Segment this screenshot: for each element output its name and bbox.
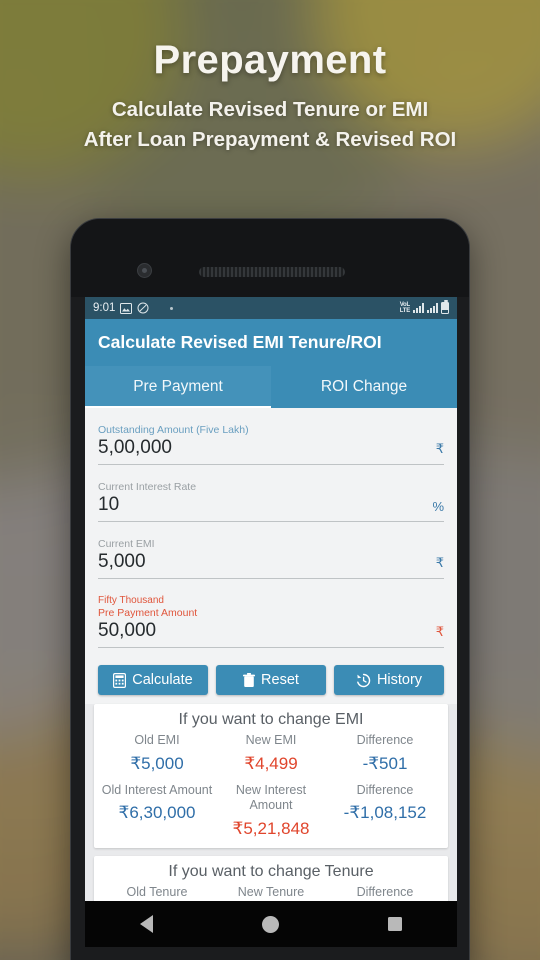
field-pre-payment-amount-helper: Fifty Thousand	[98, 595, 164, 606]
field-current-interest-rate-input[interactable]: 10	[98, 494, 432, 516]
tab-roi-change[interactable]: ROI Change	[271, 366, 457, 408]
emi-difference-header: Difference	[356, 733, 414, 747]
earpiece-speaker-icon	[199, 267, 345, 277]
new-emi-header: New EMI	[245, 733, 297, 747]
promo-subtitle-line-1: Calculate Revised Tenure or EMI	[111, 98, 429, 121]
history-button-label: History	[376, 672, 423, 688]
result-row-interest: Old Interest Amount ₹6,30,000 New Intere…	[100, 783, 442, 839]
sync-icon	[137, 302, 149, 314]
result-card-tenure: If you want to change Tenure Old Tenure …	[94, 855, 448, 901]
image-icon	[120, 302, 133, 314]
result-cell-tenure-difference: Difference	[328, 885, 442, 901]
percent-suffix-icon: %	[432, 499, 444, 514]
android-nav-bar	[85, 901, 457, 947]
field-outstanding-amount-label: Outstanding Amount (Five Lakh)	[98, 424, 249, 436]
history-clock-icon	[357, 673, 371, 687]
calculate-button-label: Calculate	[132, 672, 193, 688]
old-emi-value: ₹5,000	[130, 753, 184, 773]
front-camera-icon	[137, 263, 152, 278]
old-interest-value: ₹6,30,000	[118, 803, 196, 823]
rupee-suffix-icon-2: ₹	[435, 555, 444, 570]
result-cell-emi-difference: Difference -₹501	[328, 733, 442, 774]
tab-pre-payment[interactable]: Pre Payment	[85, 366, 271, 408]
promo-header: Prepayment Calculate Revised Tenure or E…	[0, 0, 540, 156]
tab-pre-payment-label: Pre Payment	[133, 378, 223, 395]
field-pre-payment-amount-input[interactable]: 50,000	[98, 620, 436, 642]
rupee-suffix-icon: ₹	[435, 441, 444, 456]
status-bar-time: 9:01	[93, 302, 116, 314]
history-button[interactable]: History	[334, 665, 444, 695]
status-bar: 9:01 VoL LTE	[85, 297, 457, 319]
phone-mockup: 9:01 VoL LTE Calculate Revised EMI Tenur…	[70, 218, 470, 960]
field-current-emi-label: Current EMI	[98, 538, 155, 550]
field-pre-payment-amount[interactable]: Fifty Thousand Pre Payment Amount 50,000…	[98, 586, 444, 648]
phone-screen: 9:01 VoL LTE Calculate Revised EMI Tenur…	[85, 297, 457, 901]
result-cell-old-tenure: Old Tenure	[100, 885, 214, 901]
field-current-emi[interactable]: Current EMI 5,000 ₹	[98, 529, 444, 579]
input-form: Outstanding Amount (Five Lakh) 5,00,000 …	[85, 408, 457, 657]
promo-subtitle-line-2: After Loan Prepayment & Revised ROI	[83, 128, 457, 152]
trash-icon	[243, 672, 256, 687]
result-cell-new-tenure: New Tenure	[214, 885, 328, 901]
status-bar-left: 9:01	[93, 302, 174, 314]
tab-bar: Pre Payment ROI Change	[85, 366, 457, 408]
back-icon[interactable]	[139, 915, 153, 933]
promo-title: Prepayment	[153, 38, 387, 82]
phone-top-bezel	[71, 219, 469, 297]
calculate-button[interactable]: Calculate	[98, 665, 208, 695]
signal-bars-icon	[413, 303, 424, 313]
field-pre-payment-amount-label: Pre Payment Amount	[98, 607, 198, 619]
tenure-difference-header: Difference	[356, 884, 414, 899]
result-cell-new-interest: New Interest Amount ₹5,21,848	[214, 783, 328, 839]
recents-icon[interactable]	[388, 917, 403, 931]
status-dot-icon	[170, 306, 174, 310]
field-current-interest-rate-label: Current Interest Rate	[98, 481, 197, 493]
emi-difference-value: -₹501	[362, 753, 408, 773]
interest-difference-header: Difference	[356, 782, 414, 797]
app-title: Calculate Revised EMI Tenure/ROI	[98, 332, 382, 352]
field-outstanding-amount[interactable]: Outstanding Amount (Five Lakh) 5,00,000 …	[98, 415, 444, 465]
field-current-interest-rate[interactable]: Current Interest Rate 10 %	[98, 472, 444, 522]
result-cell-old-emi: Old EMI ₹5,000	[100, 733, 214, 774]
new-interest-header: New Interest Amount	[235, 782, 307, 813]
old-interest-header: Old Interest Amount	[101, 782, 213, 797]
result-cell-new-emi: New EMI ₹4,499	[214, 733, 328, 774]
promo-subtitle: Calculate Revised Tenure or EMI After Lo…	[0, 95, 540, 156]
home-icon[interactable]	[261, 915, 279, 933]
result-row-tenure: Old Tenure New Tenure Difference	[100, 885, 442, 901]
new-tenure-header: New Tenure	[237, 884, 305, 899]
result-card-emi: If you want to change EMI Old EMI ₹5,000…	[94, 704, 448, 848]
signal-bars-icon-2	[427, 303, 438, 313]
calculator-icon	[113, 672, 127, 688]
status-bar-right: VoL LTE	[399, 300, 449, 315]
tab-roi-change-label: ROI Change	[320, 378, 408, 395]
new-interest-value: ₹5,21,848	[232, 818, 310, 838]
battery-icon	[441, 300, 449, 314]
results-section: If you want to change EMI Old EMI ₹5,000…	[85, 704, 457, 901]
reset-button[interactable]: Reset	[216, 665, 326, 695]
action-button-row: Calculate Reset History	[85, 657, 457, 704]
field-outstanding-amount-input[interactable]: 5,00,000	[98, 437, 436, 459]
result-card-emi-title: If you want to change EMI	[178, 711, 364, 728]
old-emi-header: Old EMI	[134, 733, 180, 747]
rupee-suffix-icon-3: ₹	[435, 624, 444, 639]
result-cell-interest-difference: Difference -₹1,08,152	[328, 783, 442, 839]
reset-button-label: Reset	[261, 672, 299, 688]
field-current-emi-input[interactable]: 5,000	[98, 551, 436, 573]
interest-difference-value: -₹1,08,152	[343, 803, 427, 823]
old-tenure-header: Old Tenure	[126, 884, 188, 899]
result-card-tenure-title: If you want to change Tenure	[168, 862, 374, 880]
result-row-emi: Old EMI ₹5,000 New EMI ₹4,499 Difference…	[100, 733, 442, 774]
result-cell-old-interest: Old Interest Amount ₹6,30,000	[100, 783, 214, 839]
volte-icon: VoL LTE	[399, 301, 411, 315]
app-title-bar: Calculate Revised EMI Tenure/ROI	[85, 319, 457, 366]
new-emi-value: ₹4,499	[244, 753, 298, 773]
